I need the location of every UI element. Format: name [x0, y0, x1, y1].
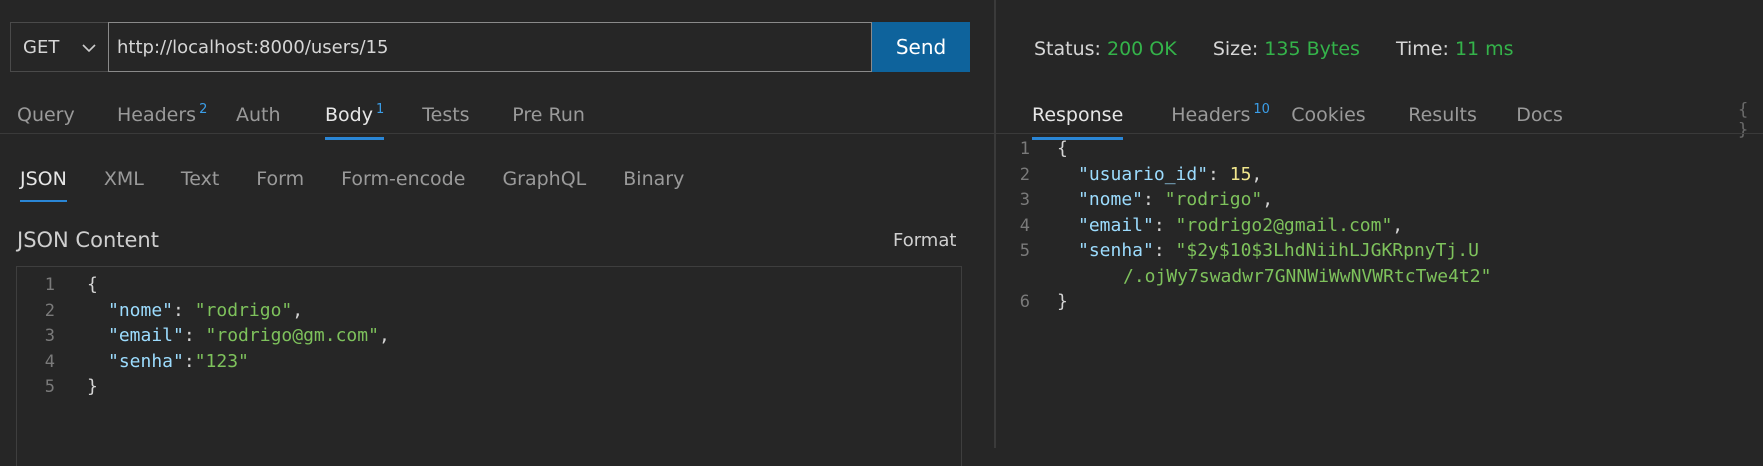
- tab-label: Response: [1032, 104, 1124, 126]
- code-token: }: [1057, 291, 1068, 312]
- tab-badge: 10: [1253, 102, 1270, 117]
- code-token: {: [1057, 138, 1068, 159]
- line-number: 1: [1019, 139, 1030, 159]
- code-token: :: [1143, 189, 1165, 210]
- code-line: "nome": "rodrigo",: [108, 297, 303, 325]
- chevron-down-icon: [82, 44, 96, 53]
- status-value: 200 OK: [1107, 38, 1177, 60]
- tab-label: Auth: [236, 104, 281, 126]
- code-token: "email": [108, 325, 184, 346]
- code-token: }: [87, 376, 98, 397]
- size-value: 135 Bytes: [1264, 38, 1360, 60]
- code-line: {: [87, 271, 98, 299]
- line-number: 2: [44, 300, 55, 321]
- code-token: /.ojWy7swadwr7GNNWiWwNVWRtcTwe4t2": [1123, 265, 1492, 287]
- method-value: GET: [23, 36, 60, 58]
- code-token: ,: [292, 299, 304, 321]
- code-line: }: [87, 373, 98, 401]
- code-token: ,: [378, 325, 390, 346]
- time-value: 11 ms: [1454, 38, 1514, 60]
- tab-badge: 2: [199, 102, 208, 117]
- line-number: 6: [1019, 292, 1030, 312]
- tab-label: Cookies: [1291, 104, 1366, 126]
- line-number: 4: [1019, 215, 1030, 236]
- line-number: 3: [44, 326, 55, 346]
- tab-label: Body: [325, 104, 373, 126]
- format-button[interactable]: Format: [893, 230, 956, 251]
- status-label: Status:: [1034, 38, 1101, 60]
- response-body-viewer[interactable]: 1 {2 "usuario_id": 15, 3 "nome": "rodrigo", 4…: [996, 134, 1763, 448]
- code-token: :: [183, 350, 195, 372]
- code-token: ,: [1251, 163, 1263, 185]
- line-number: 3: [1019, 190, 1030, 210]
- tab-label: Pre Run: [512, 104, 585, 126]
- body-tab-text[interactable]: Text: [181, 166, 219, 202]
- code-token: ,: [1262, 189, 1274, 210]
- code-line: }: [1057, 288, 1068, 316]
- code-token: "rodrigo": [194, 299, 293, 321]
- tab-divider: [0, 133, 994, 134]
- body-tab-xml[interactable]: XML: [104, 166, 144, 202]
- code-token: "email": [1078, 214, 1154, 236]
- code-token: "nome": [1078, 189, 1144, 210]
- body-tab-binary[interactable]: Binary: [623, 166, 684, 202]
- code-token: :: [1153, 240, 1176, 261]
- code-token: "senha": [1078, 240, 1154, 261]
- code-token: "usuario_id": [1078, 163, 1209, 185]
- tab-label: Results: [1408, 104, 1477, 126]
- tab-label: Headers: [1171, 104, 1251, 126]
- tab-label: Query: [17, 104, 75, 126]
- tab-label: Headers: [117, 104, 197, 126]
- code-token: :: [183, 325, 206, 346]
- body-type-tabs: JSON XML Text Form Form-encode GraphQL B…: [20, 166, 684, 202]
- url-input[interactable]: [108, 22, 872, 72]
- tab-badge: 1: [375, 102, 385, 117]
- line-number: 2: [1019, 164, 1030, 185]
- code-token: "nome": [108, 299, 174, 321]
- code-token: 15: [1229, 163, 1252, 185]
- code-token: :: [1208, 163, 1230, 185]
- code-line: {: [1057, 135, 1068, 163]
- size-label: Size:: [1212, 38, 1259, 60]
- code-token: "rodrigo@gm.com": [205, 325, 379, 346]
- code-token: {: [87, 274, 98, 295]
- time-label: Time:: [1396, 38, 1449, 60]
- code-token: "$2y$10$3LhdNiihLJGKRpnyTj.U: [1175, 240, 1479, 261]
- code-line: "nome": "rodrigo",: [1078, 186, 1273, 214]
- request-panel: GET Send Query Headers2 Auth Body1 Tests…: [0, 0, 994, 466]
- code-token: ,: [1392, 214, 1404, 236]
- code-line: "email": "rodrigo@gm.com",: [108, 322, 390, 350]
- code-token: "rodrigo2@gmail.com": [1175, 214, 1393, 236]
- tab-label: Tests: [422, 104, 470, 126]
- response-status-bar: Status: 200 OK Size: 135 Bytes Time: 11 …: [1034, 38, 1514, 60]
- body-tab-form[interactable]: Form: [256, 166, 304, 202]
- body-tab-graphql[interactable]: GraphQL: [502, 166, 586, 202]
- code-token: :: [173, 299, 195, 321]
- body-tab-form-encode[interactable]: Form-encode: [341, 166, 465, 202]
- code-token: "rodrigo": [1164, 189, 1263, 210]
- code-line: "senha": "$2y$10$3LhdNiihLJGKRpnyTj.U: [1078, 237, 1479, 265]
- json-content-title: JSON Content: [17, 228, 159, 252]
- code-token: "123": [194, 350, 249, 372]
- method-select[interactable]: GET: [10, 22, 108, 72]
- code-line: "email": "rodrigo2@gmail.com",: [1078, 212, 1403, 240]
- line-number: 1: [44, 275, 55, 295]
- line-number: 5: [1019, 241, 1030, 261]
- code-token: "senha": [108, 350, 184, 372]
- body-tab-json[interactable]: JSON: [20, 166, 67, 202]
- tab-label: Docs: [1516, 104, 1563, 126]
- request-body-editor[interactable]: 1 {2 "nome": "rodrigo", 3 "email": "rodrigo@…: [16, 266, 962, 466]
- line-number: 4: [44, 351, 55, 372]
- code-token: :: [1153, 214, 1176, 236]
- send-button[interactable]: Send: [872, 22, 970, 72]
- line-number: 5: [44, 377, 55, 397]
- code-line: "senha":"123": [108, 348, 249, 376]
- code-line: /.ojWy7swadwr7GNNWiWwNVWRtcTwe4t2": [1123, 263, 1491, 291]
- response-panel: Status: 200 OK Size: 135 Bytes Time: 11 …: [996, 0, 1763, 448]
- code-line: "usuario_id": 15,: [1078, 161, 1262, 189]
